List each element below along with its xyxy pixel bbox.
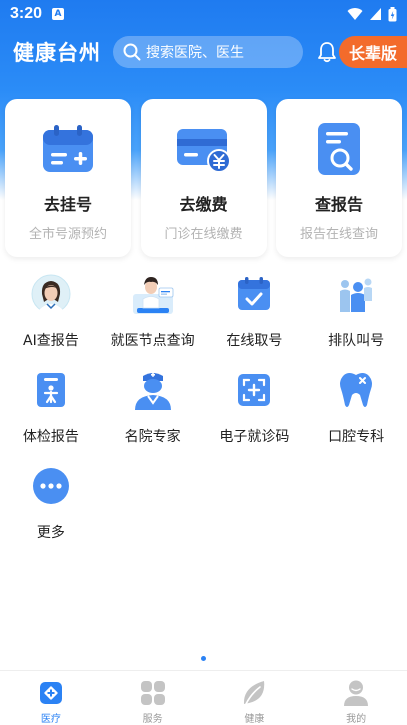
calendar-check-icon	[232, 272, 276, 316]
status-time: 3:20	[10, 5, 43, 22]
queue-people-icon	[334, 272, 378, 316]
bottom-tab-bar: 医疗 服务 健康 我的	[0, 670, 407, 725]
register-card[interactable]: 去挂号 全市号源预约	[5, 99, 131, 257]
tab-label: 我的	[346, 714, 367, 725]
payment-card-icon	[176, 121, 232, 177]
service-label: 名院专家	[124, 429, 181, 445]
quick-action-cards: 去挂号 全市号源预约 去缴费 门诊在线缴费 查报告 报告在线查询	[5, 99, 402, 257]
payment-card-title: 去缴费	[179, 195, 228, 214]
service-queue[interactable]: 排队叫号	[305, 272, 407, 352]
payment-card-subtitle: 门诊在线缴费	[164, 227, 243, 242]
service-e-code[interactable]: 电子就诊码	[204, 368, 306, 448]
checkup-report-icon	[29, 368, 73, 412]
ai-doctor-avatar-icon	[29, 272, 73, 316]
service-ai-report[interactable]: AI查报告	[0, 272, 102, 352]
service-label: AI查报告	[23, 333, 79, 349]
tab-label: 服务	[142, 714, 163, 725]
service-more[interactable]: 更多	[0, 464, 102, 544]
doctor-node-query-icon	[131, 272, 175, 316]
tooth-icon	[334, 368, 378, 412]
service-label: 电子就诊码	[219, 429, 290, 445]
register-card-subtitle: 全市号源预约	[28, 227, 107, 242]
tab-services[interactable]: 服务	[102, 671, 204, 725]
tab-health[interactable]: 健康	[204, 671, 306, 725]
services-grid-icon	[139, 679, 167, 707]
notification-a-icon: A	[52, 8, 65, 20]
wifi-icon	[347, 8, 363, 20]
search-placeholder: 搜索医院、医生	[146, 45, 244, 61]
report-search-icon	[311, 121, 367, 177]
service-dental[interactable]: 口腔专科	[305, 368, 407, 448]
tab-label: 健康	[244, 714, 265, 725]
register-card-title: 去挂号	[43, 195, 92, 214]
expert-doctor-icon	[131, 368, 175, 412]
page-indicator-dot	[201, 656, 206, 661]
service-online-ticket[interactable]: 在线取号	[204, 272, 306, 352]
report-card-title: 查报告	[314, 195, 363, 214]
status-bar: 3:20 A	[0, 0, 407, 28]
app-title: 健康台州	[13, 40, 101, 65]
report-card[interactable]: 查报告 报告在线查询	[276, 99, 402, 257]
service-node-query[interactable]: 就医节点查询	[102, 272, 204, 352]
service-label: 排队叫号	[328, 333, 385, 349]
medical-tab-icon	[37, 679, 65, 707]
tab-medical[interactable]: 医疗	[0, 671, 102, 725]
payment-card[interactable]: 去缴费 门诊在线缴费	[140, 99, 267, 257]
scan-code-icon	[232, 368, 276, 412]
service-label: 体检报告	[22, 429, 79, 445]
report-card-subtitle: 报告在线查询	[299, 227, 378, 242]
service-label: 口腔专科	[328, 429, 385, 445]
service-expert[interactable]: 名院专家	[102, 368, 204, 448]
service-checkup-report[interactable]: 体检报告	[0, 368, 102, 448]
service-grid: AI查报告 就医节点查询 在线取号 排队叫号 体检报告 名院专家 电子就诊码 口…	[0, 272, 407, 544]
tab-label: 医疗	[40, 714, 61, 725]
user-icon	[342, 679, 370, 707]
tab-profile[interactable]: 我的	[305, 671, 407, 725]
service-label: 就医节点查询	[110, 333, 195, 349]
service-label: 更多	[36, 525, 65, 541]
service-label: 在线取号	[226, 333, 283, 349]
signal-icon	[370, 8, 381, 20]
bell-icon[interactable]	[315, 40, 339, 64]
elder-mode-button[interactable]: 长辈版	[339, 36, 407, 68]
leaf-icon	[240, 679, 268, 707]
search-icon	[123, 43, 141, 61]
battery-icon	[388, 6, 397, 21]
calendar-add-icon	[40, 121, 96, 177]
more-dots-icon	[29, 464, 73, 508]
search-input[interactable]: 搜索医院、医生	[113, 36, 303, 68]
top-header: 健康台州 搜索医院、医生 长辈版	[0, 32, 407, 72]
